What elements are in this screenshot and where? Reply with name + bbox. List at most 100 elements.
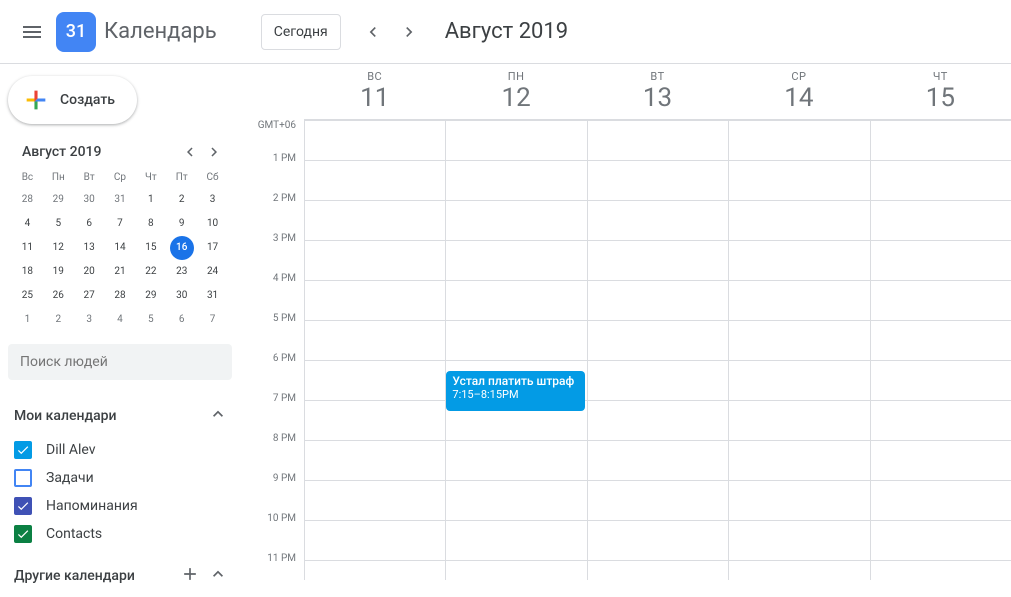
calendar-item[interactable]: Задачи <box>8 464 232 492</box>
mini-dow-cell: Вт <box>74 168 105 188</box>
calendar-item[interactable]: Contacts <box>8 520 232 548</box>
mini-day-cell[interactable]: 18 <box>15 260 39 284</box>
day-header[interactable]: ВТ13 <box>587 64 728 113</box>
hour-label: 4 PM <box>273 273 296 284</box>
mini-day-cell[interactable]: 4 <box>108 308 132 332</box>
mini-day-cell[interactable]: 14 <box>108 236 132 260</box>
my-calendars-label: Мои календари <box>14 408 117 424</box>
mini-day-cell[interactable]: 4 <box>15 212 39 236</box>
day-column[interactable] <box>587 121 728 580</box>
period-nav <box>357 16 425 48</box>
chevron-right-icon <box>205 143 223 161</box>
hour-label: 2 PM <box>273 193 296 204</box>
chevron-left-icon <box>181 143 199 161</box>
main-menu-button[interactable] <box>8 8 56 56</box>
people-search-input[interactable] <box>20 354 220 370</box>
mini-day-cell[interactable]: 3 <box>77 308 101 332</box>
mini-day-cell[interactable]: 8 <box>139 212 163 236</box>
create-button[interactable]: Создать <box>8 76 137 124</box>
mini-day-cell[interactable]: 28 <box>108 284 132 308</box>
app-logo: 31 <box>56 12 96 52</box>
day-header[interactable]: ВС11 <box>304 64 445 113</box>
mini-day-cell[interactable]: 23 <box>170 260 194 284</box>
mini-day-cell[interactable]: 25 <box>15 284 39 308</box>
mini-day-cell[interactable]: 15 <box>139 236 163 260</box>
event-title: Устал платить штраф <box>452 374 578 388</box>
calendar-label: Напоминания <box>46 498 138 514</box>
next-period-button[interactable] <box>393 16 425 48</box>
mini-day-cell[interactable]: 19 <box>46 260 70 284</box>
mini-day-cell[interactable]: 29 <box>46 188 70 212</box>
mini-day-cell[interactable]: 5 <box>139 308 163 332</box>
plus-icon <box>180 564 200 584</box>
add-calendar-button[interactable] <box>180 564 200 588</box>
calendar-item[interactable]: Напоминания <box>8 492 232 520</box>
mini-day-cell[interactable]: 7 <box>201 308 225 332</box>
mini-day-cell[interactable]: 17 <box>201 236 225 260</box>
hour-label: 8 PM <box>273 433 296 444</box>
mini-day-cell[interactable]: 1 <box>139 188 163 212</box>
mini-day-cell[interactable]: 21 <box>108 260 132 284</box>
calendar-main: ВС11ПН12ВТ13СР14ЧТ15 GMT+06 1 PM2 PM3 PM… <box>248 64 1011 597</box>
mini-day-cell[interactable]: 22 <box>139 260 163 284</box>
mini-day-cell[interactable]: 30 <box>77 188 101 212</box>
mini-day-cell[interactable]: 30 <box>170 284 194 308</box>
mini-day-cell[interactable]: 28 <box>15 188 39 212</box>
other-calendars-label: Другие календари <box>14 568 135 584</box>
mini-day-cell[interactable]: 7 <box>108 212 132 236</box>
today-button[interactable]: Сегодня <box>261 14 341 50</box>
calendar-checkbox[interactable] <box>14 525 32 543</box>
mini-day-cell[interactable]: 31 <box>201 284 225 308</box>
mini-dow-cell: Вс <box>12 168 43 188</box>
day-column[interactable] <box>304 121 445 580</box>
mini-day-cell[interactable]: 11 <box>15 236 39 260</box>
mini-day-cell[interactable]: 12 <box>46 236 70 260</box>
day-headers-row: ВС11ПН12ВТ13СР14ЧТ15 <box>304 64 1011 113</box>
mini-next-month-button[interactable] <box>202 140 226 164</box>
mini-day-cell[interactable]: 31 <box>108 188 132 212</box>
mini-day-cell[interactable]: 16 <box>170 236 194 260</box>
mini-prev-month-button[interactable] <box>178 140 202 164</box>
day-header[interactable]: ЧТ15 <box>870 64 1011 113</box>
day-header[interactable]: СР14 <box>728 64 869 113</box>
mini-day-cell[interactable]: 10 <box>201 212 225 236</box>
calendar-checkbox[interactable] <box>14 469 32 487</box>
mini-day-cell[interactable]: 2 <box>170 188 194 212</box>
mini-calendar-dow-row: ВсПнВтСрЧтПтСб <box>8 168 232 188</box>
calendar-item[interactable]: Dill Alev <box>8 436 232 464</box>
calendar-event[interactable]: Устал платить штраф7:15–8:15PM <box>446 371 584 411</box>
mini-day-cell[interactable]: 26 <box>46 284 70 308</box>
people-search[interactable] <box>8 344 232 380</box>
mini-day-cell[interactable]: 24 <box>201 260 225 284</box>
mini-day-cell[interactable]: 29 <box>139 284 163 308</box>
plus-multicolor-icon <box>22 86 50 114</box>
day-header[interactable]: ПН12 <box>445 64 586 113</box>
mini-day-cell[interactable]: 6 <box>170 308 194 332</box>
day-columns: Устал платить штраф7:15–8:15PM <box>304 120 1011 580</box>
mini-calendar-title: Август 2019 <box>22 144 101 160</box>
calendar-checkbox[interactable] <box>14 441 32 459</box>
prev-period-button[interactable] <box>357 16 389 48</box>
other-calendars-header[interactable]: Другие календари <box>8 558 232 594</box>
mini-day-cell[interactable]: 13 <box>77 236 101 260</box>
mini-day-cell[interactable]: 3 <box>201 188 225 212</box>
mini-day-cell[interactable]: 2 <box>46 308 70 332</box>
mini-dow-cell: Пн <box>43 168 74 188</box>
mini-dow-cell: Чт <box>135 168 166 188</box>
chevron-left-icon <box>363 22 383 42</box>
mini-day-cell[interactable]: 27 <box>77 284 101 308</box>
dow-label: СР <box>728 70 869 83</box>
mini-day-cell[interactable]: 1 <box>15 308 39 332</box>
day-column[interactable]: Устал платить штраф7:15–8:15PM <box>445 121 586 580</box>
my-calendars-header[interactable]: Мои календари <box>8 398 232 434</box>
mini-day-cell[interactable]: 9 <box>170 212 194 236</box>
day-column[interactable] <box>870 121 1011 580</box>
hour-label: 3 PM <box>273 233 296 244</box>
mini-day-cell[interactable]: 6 <box>77 212 101 236</box>
day-column[interactable] <box>728 121 869 580</box>
hour-label: 11 PM <box>267 553 296 564</box>
mini-day-cell[interactable]: 20 <box>77 260 101 284</box>
calendar-checkbox[interactable] <box>14 497 32 515</box>
mini-day-cell[interactable]: 5 <box>46 212 70 236</box>
search-button[interactable] <box>963 12 1003 52</box>
